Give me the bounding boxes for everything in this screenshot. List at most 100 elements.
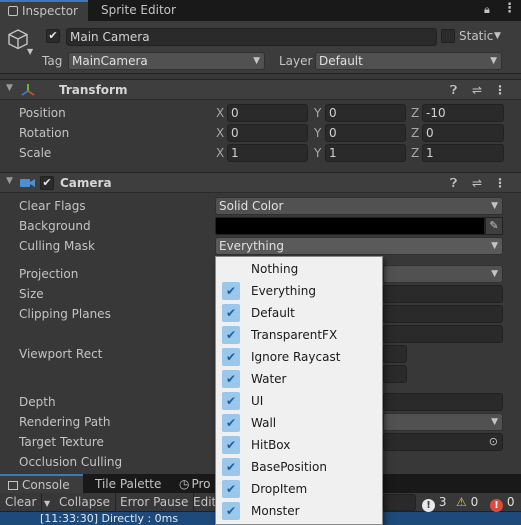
warning-count: 0 [470, 495, 479, 509]
tag-value: MainCamera [72, 54, 148, 68]
error-pause-button[interactable]: Error Pause [115, 493, 195, 512]
scale-z-input[interactable]: 1 [422, 144, 504, 162]
camera-header[interactable]: ▼ ✔ Camera ❓︎ ⇌ ⋮ [0, 172, 521, 193]
culling-mask-dropdown[interactable]: Everything ▼ [215, 237, 503, 255]
position-x-axis[interactable]: X [216, 104, 224, 122]
tab-sprite-editor[interactable]: Sprite Editor [93, 0, 184, 21]
inspector-tab-icon [8, 6, 18, 16]
position-y-input[interactable]: 0 [325, 104, 406, 122]
info-toggle[interactable]: ! 3 [422, 493, 446, 512]
rendering-path-dropdown[interactable]: ▼ [383, 413, 503, 431]
object-name-input[interactable]: Main Camera [66, 28, 437, 46]
menu-item-everything[interactable]: ✔ Everything [216, 280, 382, 302]
camera-help-icon[interactable]: ❓︎ [450, 173, 457, 193]
position-z-axis[interactable]: Z [411, 104, 419, 122]
tag-dropdown[interactable]: MainCamera ▼ [68, 52, 265, 70]
menu-item-water[interactable]: ✔ Water [216, 368, 382, 390]
warning-toggle[interactable]: ⚠ 0 [456, 493, 478, 512]
static-checkbox[interactable] [441, 29, 455, 43]
menu-item-dropitem[interactable]: ✔ DropItem [216, 478, 382, 500]
tab-console[interactable]: Console [0, 474, 83, 495]
transform-preset-icon[interactable]: ⇌ [472, 80, 482, 100]
lock-icon[interactable]: 🔒︎ [484, 3, 490, 17]
rotation-label: Rotation [19, 126, 70, 140]
static-dropdown-arrow-icon[interactable]: ▼ [494, 31, 501, 41]
menu-item-baseposition[interactable]: ✔ BasePosition [216, 456, 382, 478]
checkmark-icon: ✔ [222, 414, 240, 432]
rotation-x-input[interactable]: 0 [227, 124, 308, 142]
scale-x-input[interactable]: 1 [227, 144, 308, 162]
camera-menu-icon[interactable]: ⋮ [494, 173, 506, 193]
menu-item-nothing[interactable]: Nothing [216, 258, 382, 280]
position-y-axis[interactable]: Y [314, 104, 321, 122]
transform-help-icon[interactable]: ❓︎ [450, 80, 457, 100]
rotation-z-input[interactable]: 0 [422, 124, 504, 142]
rotation-y-input[interactable]: 0 [325, 124, 406, 142]
eyedropper-icon[interactable]: ✎ [485, 217, 503, 235]
position-z-input[interactable]: -10 [422, 104, 504, 122]
menu-item-label: Default [251, 306, 295, 320]
scale-z-axis[interactable]: Z [411, 144, 419, 162]
console-tab-icon [8, 481, 18, 490]
occlusion-culling-label: Occlusion Culling [19, 455, 123, 469]
active-checkbox[interactable]: ✔ [46, 29, 60, 43]
menu-item-default[interactable]: ✔ Default [216, 302, 382, 324]
clear-flags-arrow-icon: ▼ [491, 201, 498, 211]
tab-inspector[interactable]: Inspector [0, 0, 88, 21]
menu-item-wall[interactable]: ✔ Wall [216, 412, 382, 434]
menu-item-ui[interactable]: ✔ UI [216, 390, 382, 412]
menu-item-label: Monster [251, 504, 300, 518]
projection-dropdown[interactable]: ▼ [383, 265, 503, 283]
menu-item-hitbox[interactable]: ✔ HitBox [216, 434, 382, 456]
viewport-w-input[interactable] [383, 365, 407, 383]
log-text: [11:33:30] Directly : 0ms [40, 512, 179, 525]
tab-tile-palette[interactable]: Tile Palette [87, 474, 169, 495]
position-label: Position [19, 106, 66, 120]
layer-dropdown[interactable]: Default ▼ [315, 52, 502, 70]
menu-item-transparentfx[interactable]: ✔ TransparentFX [216, 324, 382, 346]
scale-y-axis[interactable]: Y [314, 144, 321, 162]
scale-x-axis[interactable]: X [216, 144, 224, 162]
rotation-y-axis[interactable]: Y [314, 124, 321, 142]
background-color-swatch[interactable] [215, 217, 485, 235]
layer-arrow-icon: ▼ [490, 56, 497, 66]
target-texture-field[interactable]: ⊙ [383, 433, 503, 451]
checkmark-icon: ✔ [222, 502, 240, 520]
menu-item-ignore-raycast[interactable]: ✔ Ignore Raycast [216, 346, 382, 368]
error-count: 0 [506, 495, 515, 509]
size-input[interactable] [383, 285, 503, 303]
tab-profiler[interactable]: ◷ Pro [171, 474, 219, 495]
transform-menu-icon[interactable]: ⋮ [494, 80, 506, 100]
clipping-far-input[interactable] [383, 325, 503, 343]
collapse-button[interactable]: Collapse [54, 493, 116, 512]
camera-preset-icon[interactable]: ⇌ [472, 173, 482, 193]
rotation-z-axis[interactable]: Z [411, 124, 419, 142]
depth-input[interactable] [383, 393, 503, 411]
depth-label: Depth [19, 395, 56, 409]
checkmark-icon: ✔ [222, 436, 240, 454]
clear-button[interactable]: Clear [0, 493, 43, 512]
kebab-menu-icon[interactable]: ⋮ [503, 1, 516, 16]
position-x-input[interactable]: 0 [227, 104, 308, 122]
warning-icon: ⚠ [456, 495, 467, 509]
rendering-path-arrow-icon: ▼ [491, 417, 498, 427]
transform-foldout-icon[interactable]: ▼ [6, 83, 13, 93]
icon-dropdown-arrow-icon[interactable]: ▼ [27, 47, 33, 56]
clear-flags-dropdown[interactable]: Solid Color ▼ [215, 197, 503, 215]
camera-icon [20, 179, 35, 187]
clear-dropdown-arrow-icon[interactable]: ▼ [44, 499, 50, 508]
rotation-x-axis[interactable]: X [216, 124, 224, 142]
scale-y-input[interactable]: 1 [325, 144, 406, 162]
clipping-near-input[interactable] [383, 305, 503, 323]
error-toggle[interactable]: ! 0 [490, 493, 514, 512]
camera-enabled-checkbox[interactable]: ✔ [40, 176, 54, 190]
transform-header[interactable]: ▼ Transform ❓︎ ⇌ ⋮ [0, 79, 521, 100]
viewport-x-input[interactable] [383, 345, 407, 363]
camera-foldout-icon[interactable]: ▼ [6, 176, 13, 186]
console-search-input[interactable] [383, 494, 416, 511]
menu-item-monster[interactable]: ✔ Monster [216, 500, 382, 522]
background-label: Background [19, 219, 91, 233]
info-count: 3 [438, 495, 447, 509]
object-picker-icon[interactable]: ⊙ [489, 434, 498, 450]
checkmark-icon: ✔ [222, 282, 240, 300]
